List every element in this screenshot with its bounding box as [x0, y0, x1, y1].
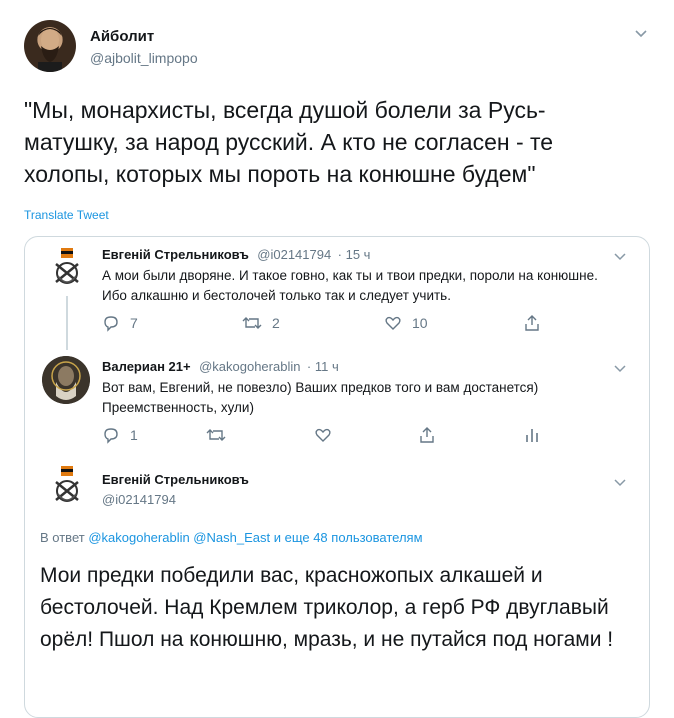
- q3-name[interactable]: Евгенiй Стрельниковъ: [102, 472, 249, 487]
- q3-avatar[interactable]: [44, 464, 90, 510]
- author-avatar[interactable]: [24, 20, 76, 72]
- author-handle[interactable]: @ajbolit_limpopo: [90, 50, 198, 66]
- q2-time[interactable]: · 11 ч: [307, 359, 339, 374]
- emblem-icon: [55, 248, 79, 284]
- q2-heart-icon[interactable]: [314, 426, 332, 449]
- q1-handle[interactable]: @i02141794: [257, 247, 331, 262]
- q2-share-icon[interactable]: [418, 426, 436, 449]
- emblem-icon: [55, 466, 79, 502]
- author-name[interactable]: Айболит: [90, 28, 154, 45]
- q2-handle[interactable]: @kakogoherablin: [199, 359, 300, 374]
- q1-avatar[interactable]: [44, 246, 90, 292]
- q2-analytics-icon[interactable]: [524, 426, 540, 449]
- q1-reply-count: 7: [130, 315, 138, 331]
- translate-tweet-link[interactable]: Translate Tweet: [24, 208, 109, 222]
- icon-portrait-icon: [42, 356, 90, 404]
- q1-time[interactable]: · 15 ч: [338, 247, 371, 262]
- q1-like-count: 10: [412, 315, 428, 331]
- retweet-icon: [242, 317, 262, 329]
- q2-avatar[interactable]: [42, 356, 90, 404]
- q2-reply-count: 1: [130, 427, 138, 443]
- reply-to-line: В ответ @kakogoherablin @Nash_East и еще…: [40, 530, 423, 545]
- avatar-portrait-icon: [38, 28, 62, 72]
- thread-line: [66, 296, 68, 350]
- reply-icon: [104, 428, 118, 444]
- q1-share-icon[interactable]: [523, 314, 541, 337]
- reply-icon: [104, 316, 118, 332]
- q1-retweet-button[interactable]: 2: [242, 314, 280, 332]
- q1-retweet-count: 2: [272, 315, 280, 331]
- q2-name[interactable]: Валериан 21+: [102, 359, 191, 374]
- q3-handle[interactable]: @i02141794: [102, 492, 176, 507]
- reply-to-users-link[interactable]: @kakogoherablin @Nash_East и еще 48 поль…: [88, 530, 422, 545]
- q1-name[interactable]: Евгенiй Стрельниковъ: [102, 247, 249, 262]
- q2-retweet-icon[interactable]: [206, 426, 226, 449]
- q1-reply-button[interactable]: 7: [102, 314, 138, 332]
- q3-text: Мои предки победили вас, красножопых алк…: [40, 564, 614, 651]
- chevron-down-icon[interactable]: [634, 26, 648, 44]
- q1-like-button[interactable]: 10: [384, 314, 428, 332]
- q2-chevron-down-icon[interactable]: [614, 360, 626, 378]
- q2-text: Вот вам, Евгений, не повезло) Ваших пред…: [102, 380, 539, 415]
- q1-chevron-down-icon[interactable]: [614, 248, 626, 266]
- q1-text: А мои были дворяне. И такое говно, как т…: [102, 268, 598, 303]
- tweet-text: "Мы, монархисты, всегда душой болели за …: [24, 97, 554, 187]
- q2-reply-button[interactable]: 1: [102, 426, 138, 444]
- q3-chevron-down-icon[interactable]: [614, 474, 626, 492]
- reply-to-prefix: В ответ: [40, 530, 85, 545]
- heart-icon: [385, 316, 401, 330]
